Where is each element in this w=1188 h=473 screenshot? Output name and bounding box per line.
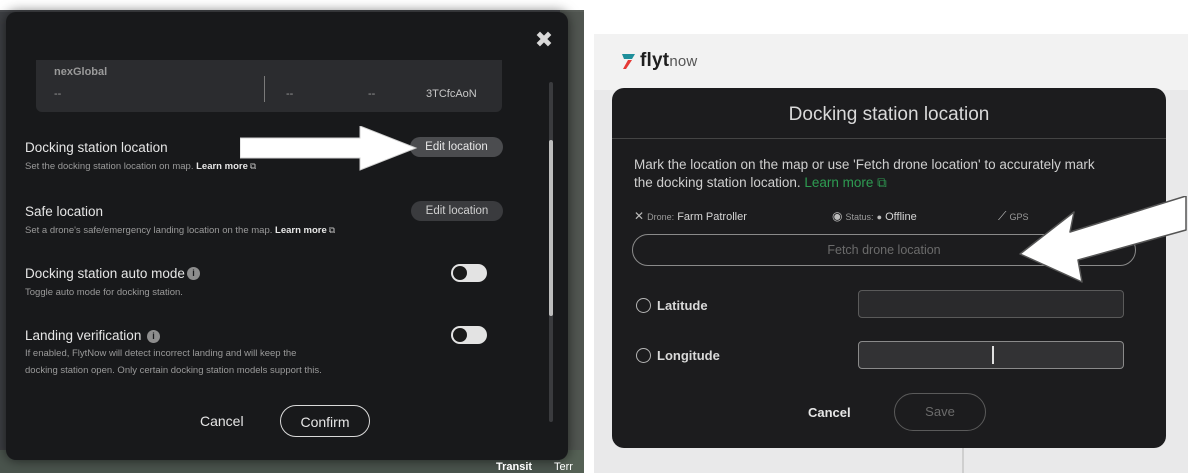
status-dot: ● — [876, 212, 883, 222]
toggle-knob — [453, 266, 467, 280]
logo-brand: flyt — [640, 50, 670, 71]
flytnow-logo: flytnow — [640, 50, 697, 72]
status-info: ◉ Status: ● Offline — [832, 209, 917, 223]
status-value: Offline — [885, 211, 917, 223]
modal-title: Docking station location — [788, 104, 990, 125]
safe-location-subtitle-text: Set a drone's safe/emergency landing loc… — [25, 225, 273, 236]
external-link-icon: ⧉ — [873, 175, 887, 190]
flytnow-logo-icon — [622, 54, 635, 69]
docking-location-title: Docking station location — [25, 140, 168, 155]
docking-location-subtitle: Set the docking station location on map.… — [25, 161, 256, 172]
longitude-label: Longitude — [657, 348, 720, 363]
scrollbar-thumb[interactable] — [549, 140, 553, 316]
confirm-button[interactable]: Confirm — [280, 405, 370, 437]
docking-location-subtitle-text: Set the docking station location on map. — [25, 161, 194, 172]
drone-info: ✕ Drone: Farm Patroller — [634, 209, 747, 223]
annotation-arrow — [1019, 196, 1187, 283]
external-link-icon: ⧉ — [328, 225, 336, 235]
info-icon[interactable]: i — [187, 267, 200, 280]
longitude-icon — [636, 348, 651, 363]
landing-verification-toggle[interactable] — [451, 326, 487, 344]
landing-verification-title: Landing verification — [25, 328, 142, 343]
drone-label: Drone: — [647, 212, 675, 222]
modal-description: Mark the location on the map or use 'Fet… — [634, 156, 1114, 192]
cancel-button[interactable]: Cancel — [808, 405, 851, 420]
status-icon: ◉ — [832, 209, 843, 223]
learn-more-link[interactable]: Learn more — [804, 175, 873, 190]
edit-safe-location-button[interactable]: Edit location — [411, 201, 503, 221]
drone-value: Farm Patroller — [677, 211, 747, 223]
auto-mode-title: Docking station auto mode — [25, 266, 185, 281]
info-icon[interactable]: i — [147, 330, 160, 343]
edit-docking-location-button[interactable]: Edit location — [410, 137, 503, 157]
latitude-icon — [636, 298, 651, 313]
logo-suffix: now — [669, 53, 698, 70]
safe-location-subtitle: Set a drone's safe/emergency landing loc… — [25, 225, 335, 236]
map-transit-button[interactable]: Transit — [496, 461, 532, 473]
close-icon[interactable]: ✖ — [534, 30, 554, 52]
toggle-knob — [453, 328, 467, 342]
info-card-divider — [264, 76, 265, 102]
scrollbar[interactable] — [962, 448, 964, 473]
title-divider — [612, 138, 1166, 139]
longitude-input[interactable] — [858, 341, 1124, 369]
safe-location-title: Safe location — [25, 204, 104, 219]
landing-verification-subtitle-line2: docking station open. Only certain docki… — [25, 365, 322, 376]
learn-more-link[interactable]: Learn more — [275, 225, 327, 236]
cancel-button[interactable]: Cancel — [200, 413, 244, 429]
info-card-value: -- — [286, 88, 294, 100]
info-card-value: -- — [368, 88, 376, 100]
auto-mode-subtitle: Toggle auto mode for docking station. — [25, 287, 183, 298]
latitude-input[interactable] — [858, 290, 1124, 318]
info-card-value: -- — [54, 88, 62, 100]
landing-verification-subtitle-line1: If enabled, FlytNow will detect incorrec… — [25, 348, 297, 359]
auto-mode-toggle[interactable] — [451, 264, 487, 282]
status-label: Status: — [845, 212, 874, 222]
gps-icon: ⟋ — [998, 209, 1007, 223]
latitude-label: Latitude — [657, 298, 708, 313]
map-terrain-button[interactable]: Terr — [554, 461, 573, 473]
text-caret — [992, 346, 994, 364]
drone-icon: ✕ — [634, 209, 645, 223]
info-card-name: nexGlobal — [54, 66, 108, 78]
annotation-arrow — [240, 126, 418, 171]
info-card-code: 3TCfcAoN — [426, 88, 477, 100]
save-button[interactable]: Save — [894, 393, 986, 431]
